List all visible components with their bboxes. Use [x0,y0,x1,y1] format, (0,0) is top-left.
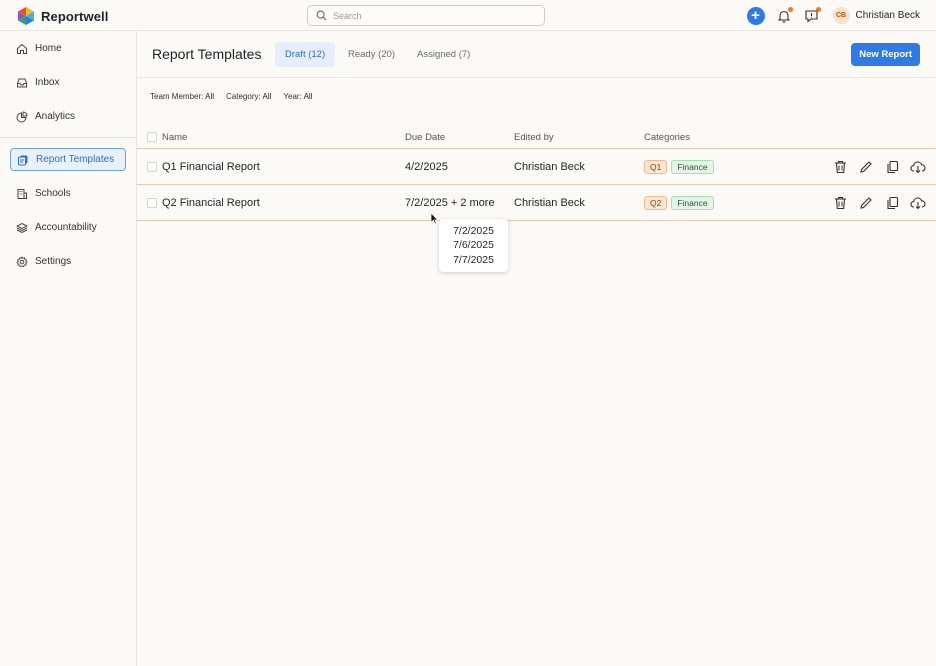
messages-button[interactable] [803,6,821,25]
row-categories: Q1 Finance [644,149,718,185]
column-due-date[interactable]: Due Date [405,132,445,143]
main-content: Report Templates Draft (12) Ready (20) A… [137,31,936,666]
sidebar-item-label: Accountability [35,222,97,233]
select-all-checkbox[interactable] [147,132,157,142]
row-editor: Christian Beck [514,197,585,209]
sidebar-item-label: Schools [35,188,71,199]
sidebar-item-report-templates[interactable]: Report Templates [10,148,126,171]
tooltip-date: 7/2/2025 [453,225,494,237]
sidebar-item-settings[interactable]: Settings [10,250,126,273]
search-icon [316,10,327,21]
trash-icon [834,196,846,210]
pencil-icon [860,197,872,209]
tooltip-date: 7/6/2025 [453,239,494,252]
layers-icon [16,222,28,233]
table-row[interactable]: Q2 Financial Report 7/2/2025 + 2 more Ch… [137,185,936,221]
edit-button[interactable] [858,195,874,211]
row-due-date[interactable]: 7/2/2025 + 2 more [405,185,495,221]
sidebar-divider [0,137,136,138]
sidebar-item-label: Settings [35,256,72,267]
row-name[interactable]: Q1 Financial Report [162,149,260,185]
row-checkbox[interactable] [147,198,157,208]
avatar: CB [832,7,850,24]
duplicate-button[interactable] [884,159,900,175]
download-button[interactable] [910,159,926,175]
trash-icon [834,160,846,174]
sidebar-item-label: Home [35,43,62,54]
due-dates-tooltip: 7/2/2025 7/6/2025 7/7/2025 [439,219,508,272]
filter-bar: Team Member: All Category: All Year: All [150,92,312,101]
column-edited-by[interactable]: Edited by [514,132,554,143]
filter-team-member[interactable]: Team Member: All [150,92,214,101]
schools-icon [17,188,27,199]
report-templates-icon [18,155,28,165]
sidebar-item-label: Inbox [35,77,60,88]
message-dot [815,6,821,12]
sidebar-item-label: Analytics [35,111,76,122]
analytics-icon [16,110,28,122]
sidebar: Home Inbox Analytics Report Templates Sc… [0,31,137,666]
notification-dot [787,6,793,12]
filter-year[interactable]: Year: All [283,92,312,101]
user-menu[interactable]: CB Christian Beck [832,7,920,24]
sidebar-item-analytics[interactable]: Analytics [10,105,126,128]
row-categories: Q2 Finance [644,185,718,221]
sidebar-item-inbox[interactable]: Inbox [10,71,126,94]
category-tag: Finance [671,160,714,174]
table-header: Name Due Date Edited by Categories [137,127,936,149]
copy-icon [886,196,898,210]
category-tag: Q1 [644,160,668,174]
edit-button[interactable] [858,159,874,175]
notifications-button[interactable] [775,6,793,25]
gear-icon [16,255,28,267]
reportwell-logo-icon [18,7,34,25]
tooltip-date: 7/7/2025 [453,253,494,266]
cloud-download-icon [910,197,926,210]
row-editor: Christian Beck [514,161,585,173]
row-name[interactable]: Q2 Financial Report [162,185,260,221]
table-row[interactable]: Q1 Financial Report 4/2/2025 Christian B… [137,149,936,185]
sidebar-item-schools[interactable]: Schools [10,182,126,205]
header-divider [137,77,936,78]
category-tag: Q2 [644,196,668,210]
filter-category[interactable]: Category: All [226,92,271,101]
row-actions [832,185,926,221]
copy-icon [886,160,898,174]
column-name[interactable]: Name [162,132,187,143]
tab-draft[interactable]: Draft (12) [275,42,336,67]
inbox-icon [17,78,27,87]
top-bar: Reportwell + CB Christian Beck [0,0,936,31]
new-report-button[interactable]: New Report [851,43,920,66]
sidebar-item-accountability[interactable]: Accountability [10,216,126,239]
row-actions [832,149,926,185]
download-button[interactable] [910,195,926,211]
page-title: Report Templates [152,46,262,62]
delete-button[interactable] [832,159,848,175]
home-icon [17,43,27,54]
row-due-date: 4/2/2025 [405,161,448,173]
tab-assigned[interactable]: Assigned (7) [407,42,480,67]
cloud-download-icon [910,161,926,174]
user-name: Christian Beck [855,10,920,21]
search-bar[interactable] [307,5,545,26]
duplicate-button[interactable] [884,195,900,211]
app-name: Reportwell [41,8,109,24]
sidebar-item-home[interactable]: Home [10,37,126,60]
create-plus-button[interactable]: + [746,6,765,25]
mouse-cursor-icon [430,212,439,225]
app-logo[interactable]: Reportwell [16,6,108,26]
delete-button[interactable] [832,195,848,211]
category-tag: Finance [671,196,714,210]
search-input[interactable] [333,10,533,21]
sidebar-item-label: Report Templates [36,154,115,165]
pencil-icon [860,161,872,173]
row-checkbox[interactable] [147,162,157,172]
column-categories[interactable]: Categories [644,132,690,143]
tab-ready[interactable]: Ready (20) [338,42,405,67]
